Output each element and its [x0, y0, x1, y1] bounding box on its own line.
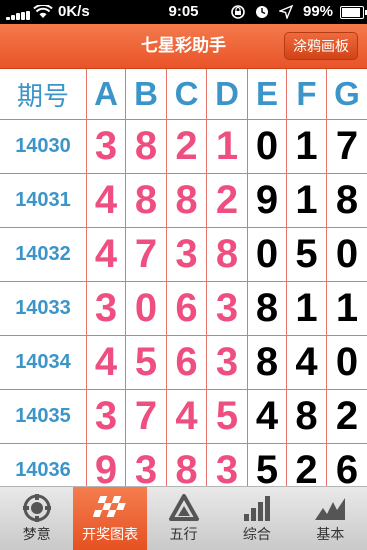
digit-c: 3: [167, 228, 207, 281]
digit-e: 4: [248, 390, 287, 443]
column-header-g: G: [334, 75, 360, 112]
digit-c: 8: [167, 444, 207, 486]
digit-g: 2: [335, 394, 359, 438]
digit-g: 1: [335, 286, 359, 330]
digit-b: 7: [126, 228, 167, 281]
table-row[interactable]: 14034 4 5 6 3 8 4 0: [0, 336, 367, 390]
digit-c: 2: [167, 120, 207, 173]
battery-icon: [340, 6, 367, 19]
digit-d: 3: [207, 444, 248, 486]
digit-b: 0: [126, 282, 167, 335]
tab-label: 基本: [316, 527, 345, 543]
period-number: 14034: [0, 336, 87, 389]
tab-label: 梦意: [22, 527, 51, 543]
alarm-icon: [256, 6, 268, 18]
digit-g: 7: [335, 124, 359, 168]
tab-five-elements[interactable]: 五行: [147, 487, 220, 550]
nav-bar: 七星彩助手 涂鸦画板: [0, 24, 367, 69]
trend-icon: [294, 493, 367, 523]
table-row[interactable]: 14031 4 8 8 2 9 1 8: [0, 174, 367, 228]
digit-e: 9: [248, 174, 287, 227]
doodle-board-button[interactable]: 涂鸦画板: [284, 32, 358, 60]
tab-lottery-chart[interactable]: 开奖图表: [73, 487, 147, 550]
column-header-d: D: [207, 69, 248, 119]
digit-a: 4: [87, 336, 126, 389]
table-row[interactable]: 14033 3 0 6 3 8 1 1: [0, 282, 367, 336]
digit-g: 8: [335, 178, 359, 222]
digit-f: 5: [287, 228, 327, 281]
table-row[interactable]: 14035 3 7 4 5 4 8 2: [0, 390, 367, 444]
table-row[interactable]: 14036 9 3 8 3 5 2 6: [0, 444, 367, 486]
digit-b: 8: [126, 174, 167, 227]
digit-e: 5: [248, 444, 287, 486]
tab-label: 开奖图表: [82, 527, 139, 543]
digit-b: 8: [126, 120, 167, 173]
rotation-lock-icon: [231, 5, 245, 19]
digit-a: 9: [87, 444, 126, 486]
tab-label: 综合: [242, 527, 271, 543]
results-table: 期号 A B C D E F G 14030 3 8 2 1 0 1 7 140…: [0, 69, 367, 486]
digit-b: 3: [126, 444, 167, 486]
digit-a: 3: [87, 120, 126, 173]
period-number: 14031: [0, 174, 87, 227]
digit-e: 0: [248, 228, 287, 281]
digit-b: 7: [126, 390, 167, 443]
table-row[interactable]: 14032 4 7 3 8 0 5 0: [0, 228, 367, 282]
digit-e: 0: [248, 120, 287, 173]
digit-e: 8: [248, 282, 287, 335]
digit-a: 4: [87, 174, 126, 227]
lottery-chart-icon: [73, 493, 146, 523]
digit-d: 1: [207, 120, 248, 173]
bar-chart-icon: [220, 493, 293, 523]
digit-a: 4: [87, 228, 126, 281]
battery-percent: 99%: [303, 3, 334, 20]
tab-bar: 梦意 开奖图表 五行 综合 基本: [0, 486, 367, 550]
status-bar: 0K/s 9:05 99%: [0, 0, 367, 24]
digit-f: 2: [287, 444, 327, 486]
tab-dream[interactable]: 梦意: [0, 487, 73, 550]
digit-f: 1: [287, 174, 327, 227]
tab-basic[interactable]: 基本: [294, 487, 367, 550]
digit-d: 5: [207, 390, 248, 443]
dream-icon: [0, 493, 73, 523]
digit-b: 5: [126, 336, 167, 389]
digit-c: 6: [167, 282, 207, 335]
period-number: 14036: [0, 444, 87, 486]
digit-c: 8: [167, 174, 207, 227]
column-header-e: E: [248, 69, 287, 119]
digit-g: 0: [335, 232, 359, 276]
digit-e: 8: [248, 336, 287, 389]
period-number: 14033: [0, 282, 87, 335]
digit-f: 1: [287, 282, 327, 335]
period-number: 14030: [0, 120, 87, 173]
digit-c: 4: [167, 390, 207, 443]
digit-d: 8: [207, 228, 248, 281]
digit-f: 8: [287, 390, 327, 443]
column-header-period: 期号: [0, 69, 87, 119]
tab-summary[interactable]: 综合: [220, 487, 293, 550]
location-icon: [279, 5, 293, 19]
digit-d: 3: [207, 336, 248, 389]
column-header-f: F: [287, 69, 327, 119]
column-header-a: A: [87, 69, 126, 119]
tab-label: 五行: [169, 527, 198, 543]
table-header-row: 期号 A B C D E F G: [0, 69, 367, 120]
digit-f: 4: [287, 336, 327, 389]
triangle-icon: [147, 493, 220, 523]
digit-c: 6: [167, 336, 207, 389]
period-number: 14032: [0, 228, 87, 281]
digit-a: 3: [87, 390, 126, 443]
table-row[interactable]: 14030 3 8 2 1 0 1 7: [0, 120, 367, 174]
column-header-c: C: [167, 69, 207, 119]
period-number: 14035: [0, 390, 87, 443]
digit-d: 2: [207, 174, 248, 227]
digit-a: 3: [87, 282, 126, 335]
digit-g: 0: [335, 340, 359, 384]
digit-g: 6: [335, 448, 359, 486]
digit-d: 3: [207, 282, 248, 335]
digit-f: 1: [287, 120, 327, 173]
column-header-b: B: [126, 69, 167, 119]
